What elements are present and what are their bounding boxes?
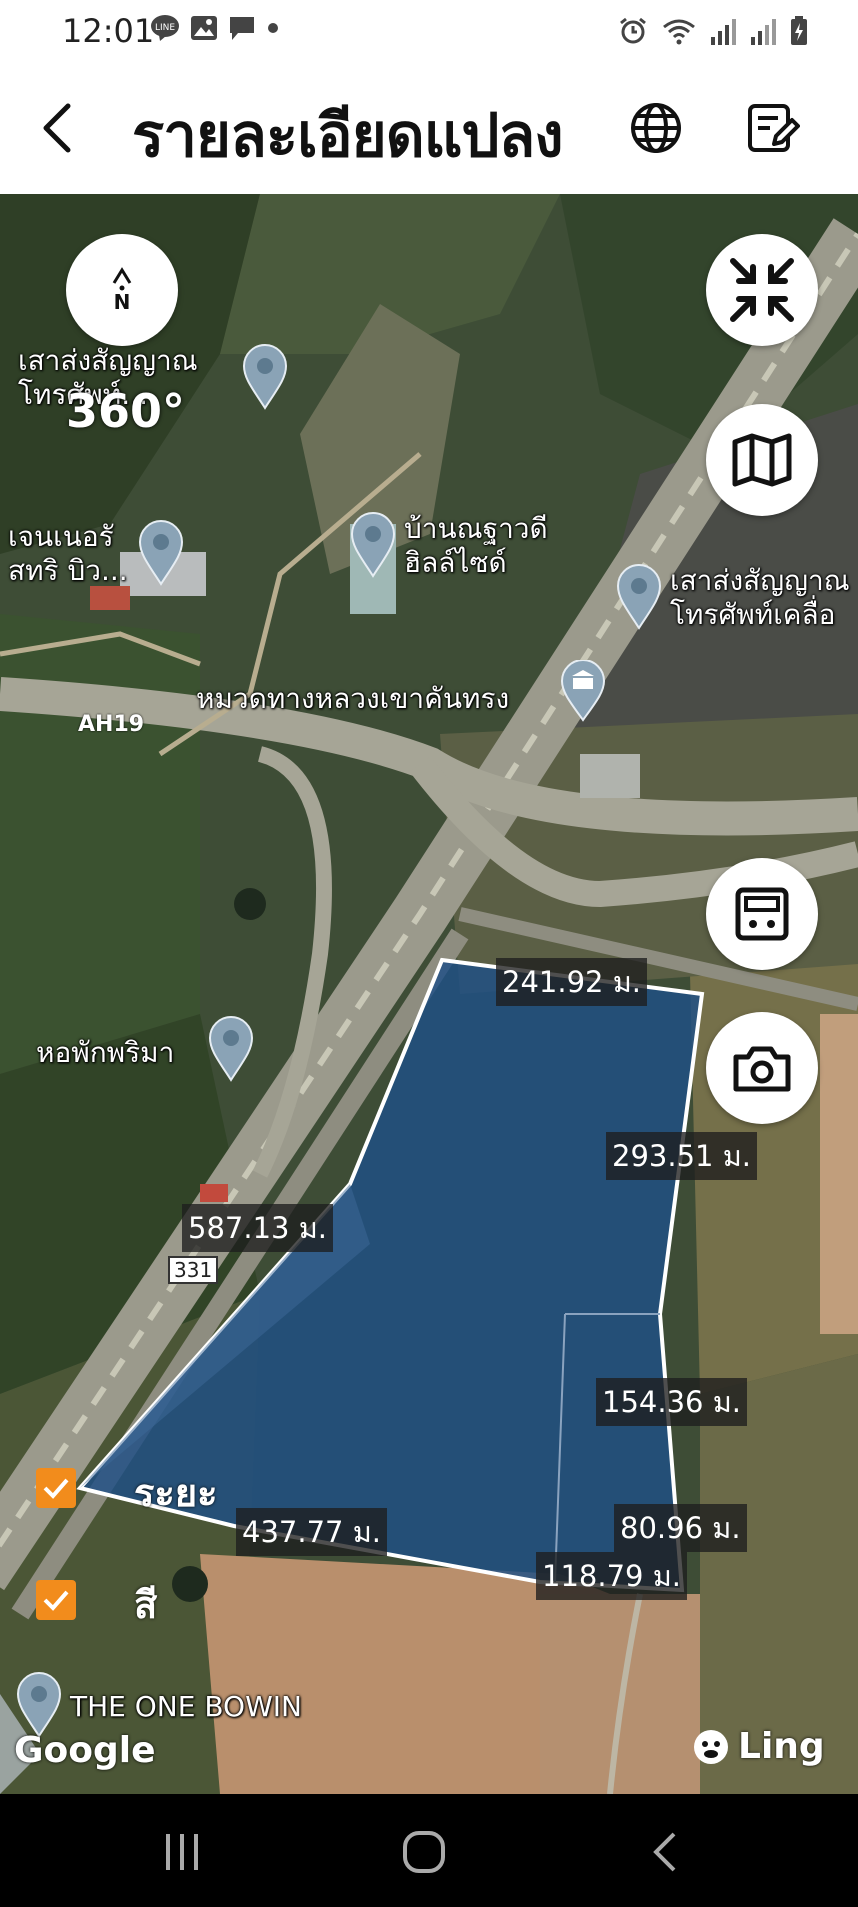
recent-apps-icon[interactable]	[160, 1830, 204, 1874]
check-icon	[43, 1478, 69, 1499]
signal-icon-2	[751, 19, 776, 45]
status-time: 12:01	[62, 12, 155, 50]
distance-label-top: 241.92 ม.	[496, 958, 648, 1006]
road-label-ah19: AH19	[78, 712, 145, 737]
poi-label-village[interactable]: บ้านณฐาวดี ฮิลล์ไซด์	[404, 512, 548, 580]
color-checkbox[interactable]	[36, 1580, 76, 1620]
camera-icon	[733, 1046, 791, 1092]
signal-icon	[711, 19, 736, 45]
distance-label-bottom-right: 118.79 ม.	[536, 1552, 688, 1600]
map-type-button[interactable]	[706, 404, 818, 516]
distance-label-right-mid: 154.36 ม.	[596, 1378, 748, 1426]
distance-label-right-lower: 80.96 ม.	[614, 1504, 747, 1552]
distance-label-bottom-left: 437.77 ม.	[236, 1508, 388, 1556]
nav-back-icon[interactable]	[650, 1830, 680, 1874]
camera-button[interactable]	[706, 1012, 818, 1124]
poi-label-dorm[interactable]: หอพักพริมา	[36, 1036, 174, 1070]
color-toggle-label[interactable]: สี	[134, 1574, 157, 1635]
message-icon	[230, 17, 254, 40]
alarm-icon	[620, 17, 646, 44]
map-pin-icon[interactable]	[350, 512, 396, 578]
map-pin-icon[interactable]	[616, 564, 662, 630]
dot-icon	[268, 23, 278, 33]
map-pin-icon[interactable]	[208, 1016, 254, 1082]
app-header: รายละเอียดแปลง	[0, 62, 858, 194]
compass-letter: N	[113, 290, 131, 314]
compass-button[interactable]: N	[66, 234, 178, 346]
ling-watermark: Ling	[692, 1726, 825, 1767]
line-app-icon: LINE	[151, 15, 179, 41]
ling-watermark-text: Ling	[738, 1726, 825, 1767]
globe-icon[interactable]	[628, 100, 684, 156]
poi-label-highway[interactable]: หมวดทางหลวงเขาคันทรง	[196, 682, 509, 716]
status-bar: 12:01 LINE	[0, 0, 858, 62]
poi-label-one-bowin[interactable]: THE ONE BOWIN	[70, 1690, 302, 1724]
gallery-icon	[191, 16, 217, 40]
satellite-map[interactable]: เสาส่งสัญญาณ โทรศัพท์... เจนเนอรั สทริ บ…	[0, 194, 858, 1794]
page-title: รายละเอียดแปลง	[132, 101, 564, 171]
system-nav-bar	[0, 1794, 858, 1907]
map-pin-icon[interactable]	[16, 1672, 62, 1738]
map-pin-icon[interactable]	[242, 344, 288, 410]
distance-toggle-label[interactable]: ระยะ	[134, 1462, 218, 1523]
map-pin-icon[interactable]	[138, 520, 184, 586]
calculator-icon	[735, 887, 789, 941]
poi-label-tower2[interactable]: เสาส่งสัญญาณ โทรศัพท์เคลื่อ	[670, 564, 850, 632]
google-attribution: Google	[14, 1730, 156, 1771]
calculator-button[interactable]	[706, 858, 818, 970]
distance-label-left: 587.13 ม.	[182, 1204, 334, 1252]
route-shield: 331	[168, 1256, 219, 1284]
collapse-button[interactable]	[706, 234, 818, 346]
status-notification-icons: LINE	[150, 14, 280, 42]
home-icon[interactable]	[400, 1828, 448, 1876]
battery-icon	[791, 16, 807, 45]
status-system-icons	[618, 16, 808, 46]
distance-checkbox[interactable]	[36, 1468, 76, 1508]
back-arrow-icon[interactable]	[28, 98, 88, 158]
check-icon	[43, 1590, 69, 1611]
poi-label-general[interactable]: เจนเนอรั สทริ บิว...	[8, 520, 128, 588]
wifi-icon	[663, 19, 695, 45]
government-pin-icon[interactable]	[560, 660, 606, 722]
map-icon	[732, 433, 792, 487]
compass-arrow-icon	[112, 267, 132, 284]
collapse-arrows-icon	[730, 258, 794, 322]
monkey-logo-icon	[694, 1729, 728, 1764]
edit-note-icon[interactable]	[744, 100, 800, 156]
distance-label-right-upper: 293.51 ม.	[606, 1132, 758, 1180]
svg-text:LINE: LINE	[155, 23, 175, 33]
compass-heading: 360°	[66, 384, 186, 438]
